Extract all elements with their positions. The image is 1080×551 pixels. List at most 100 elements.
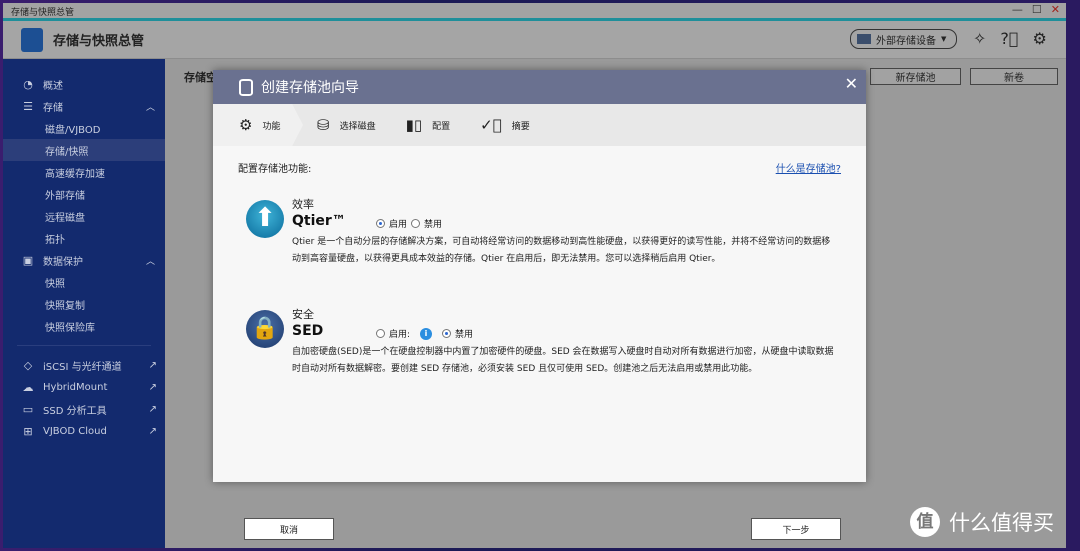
disk-icon: ⛁ xyxy=(317,116,330,134)
sidebar-item-label: 磁盘/VJBOD xyxy=(45,124,101,136)
feature-name: Qtier™ xyxy=(292,213,346,229)
sed-enable-radio[interactable] xyxy=(376,329,385,338)
app-header: 存储与快照总管 外部存储设备 ▼ ✧ ?⃝ ⚙ xyxy=(3,21,1066,59)
info-icon[interactable]: i xyxy=(420,327,433,340)
sidebar-item-label: 存储/快照 xyxy=(45,146,89,158)
sidebar-item-label: 快照 xyxy=(45,278,65,290)
step-label: 选择磁盘 xyxy=(339,121,376,132)
window-titlebar: 存储与快照总管 — ☐ ✕ xyxy=(3,3,1066,18)
watermark-text: 什么值得买 xyxy=(949,511,1054,535)
app-logo-icon xyxy=(21,27,43,52)
sidebar-item-storage[interactable]: ☰ 存储 ︿ xyxy=(3,95,165,117)
feature-name: SED xyxy=(292,323,324,339)
sidebar-item-label: VJBOD Cloud xyxy=(43,425,107,437)
what-is-storage-pool-link[interactable]: 什么是存储池? xyxy=(776,160,841,175)
sidebar-item-ssd-profiling[interactable]: ▭ SSD 分析工具 ↗ xyxy=(3,398,165,420)
qtier-enable-radio[interactable] xyxy=(376,219,385,228)
watermark: 值什么值得买 xyxy=(910,507,1054,537)
feature-category: 安全 xyxy=(292,308,314,321)
sidebar-divider xyxy=(17,345,151,346)
app-title: 存储与快照总管 xyxy=(53,34,145,49)
gear-icon[interactable]: ⚙ xyxy=(1033,29,1047,48)
lock-icon: 🔒 xyxy=(246,310,284,348)
sidebar-item-overview[interactable]: ◔ 概述 xyxy=(3,73,165,95)
ssd-icon: ▭ xyxy=(22,402,34,416)
sidebar-item-label: 拓扑 xyxy=(45,234,65,246)
dashboard-icon: ◔ xyxy=(23,77,33,91)
sidebar-item-label: SSD 分析工具 xyxy=(43,405,107,417)
new-storage-pool-button[interactable]: 新存储池 xyxy=(870,68,961,85)
sidebar-item-vjbod-cloud[interactable]: ⊞ VJBOD Cloud ↗ xyxy=(3,420,165,442)
sidebar-item-hybridmount[interactable]: ☁ HybridMount ↗ xyxy=(3,376,165,398)
chevron-up-icon: ︿ xyxy=(145,256,155,267)
sidebar-item-snapshot-vault[interactable]: 快照保险库 xyxy=(3,315,165,337)
sidebar: ◔ 概述 ☰ 存储 ︿ 磁盘/VJBOD 存储/快照 高速缓存加速 外部存储 远程磁盘… xyxy=(3,59,165,548)
sidebar-item-label: 存储 xyxy=(43,102,63,114)
sidebar-item-label: iSCSI 与光纤通道 xyxy=(43,361,122,373)
new-volume-button[interactable]: 新卷 xyxy=(970,68,1058,85)
sidebar-item-label: 快照复制 xyxy=(45,300,85,312)
storage-pool-icon xyxy=(239,78,253,96)
sidebar-item-label: 外部存储 xyxy=(45,190,85,202)
cloud-icon: ☁ xyxy=(22,380,34,394)
external-link-icon: ↗ xyxy=(148,403,157,415)
sidebar-item-cache[interactable]: 高速缓存加速 xyxy=(3,161,165,183)
sidebar-item-remote-disk[interactable]: 远程磁盘 xyxy=(3,205,165,227)
external-storage-label: 外部存储设备 xyxy=(876,35,936,47)
maximize-button[interactable]: ☐ xyxy=(1032,3,1042,16)
vjbod-icon: ⊞ xyxy=(23,424,33,438)
chevron-up-icon: ︿ xyxy=(145,102,155,113)
caret-down-icon: ▼ xyxy=(941,35,947,43)
sidebar-item-label: HybridMount xyxy=(43,381,108,393)
qtier-disable-radio[interactable] xyxy=(411,219,421,228)
sidebar-item-storage-snapshots[interactable]: 存储/快照 xyxy=(3,139,165,161)
storage-icon: ☰ xyxy=(23,99,33,113)
sidebar-item-iscsi[interactable]: ◇ iSCSI 与光纤通道 ↗ xyxy=(3,354,165,376)
step-select-disks: ⛁ 选择磁盘 xyxy=(303,104,376,146)
raid-icon xyxy=(857,34,871,44)
dialog-header: 创建存储池向导 ✕ xyxy=(213,70,866,104)
external-link-icon: ↗ xyxy=(148,359,157,371)
sidebar-item-label: 数据保护 xyxy=(43,256,83,268)
feature-description: 自加密硬盘(SED)是一个在硬盘控制器中内置了加密硬件的硬盘。SED 会在数据写… xyxy=(292,347,834,374)
close-window-button[interactable]: ✕ xyxy=(1051,3,1060,16)
step-label: 功能 xyxy=(262,121,281,132)
sidebar-item-label: 远程磁盘 xyxy=(45,212,85,224)
minimize-button[interactable]: — xyxy=(1012,3,1023,16)
data-protection-icon: ▣ xyxy=(22,253,34,267)
radio-label: 启用 xyxy=(389,220,408,230)
create-storage-pool-dialog: 创建存储池向导 ✕ ⚙ 功能 ⛁ 选择磁盘 ▮▯ 配置 ✓⃝ 摘要 配置存储池功能: 什… xyxy=(213,70,866,540)
sidebar-item-snapshot-replica[interactable]: 快照复制 xyxy=(3,293,165,315)
external-storage-dropdown[interactable]: 外部存储设备 ▼ xyxy=(850,29,957,49)
check-circle-icon: ✓⃝ xyxy=(480,116,502,134)
sidebar-item-data-protection[interactable]: ▣ 数据保护 ︿ xyxy=(3,249,165,271)
cancel-button[interactable]: 取消 xyxy=(244,518,334,540)
sidebar-item-disks[interactable]: 磁盘/VJBOD xyxy=(3,117,165,139)
sidebar-item-label: 概述 xyxy=(43,80,63,92)
external-link-icon: ↗ xyxy=(148,381,157,393)
sidebar-item-label: 快照保险库 xyxy=(45,322,95,334)
feature-description: Qtier 是一个自动分层的存储解决方案，可自动将经常访问的数据移动到高性能硬盘… xyxy=(292,237,831,264)
radio-label: 禁用 xyxy=(424,220,443,230)
magic-wand-icon[interactable]: ✧ xyxy=(973,29,986,48)
step-features: ⚙ 功能 xyxy=(213,104,303,146)
iscsi-icon: ◇ xyxy=(23,358,33,372)
radio-label: 启用: xyxy=(389,330,411,340)
qtier-arrow-icon: ⬆ xyxy=(246,200,284,238)
window-title: 存储与快照总管 xyxy=(11,8,75,18)
gear-icon: ⚙ xyxy=(239,116,253,134)
step-label: 摘要 xyxy=(511,121,530,132)
close-icon[interactable]: ✕ xyxy=(845,74,858,93)
sidebar-item-external-storage[interactable]: 外部存储 xyxy=(3,183,165,205)
help-icon[interactable]: ?⃝ xyxy=(1000,29,1018,48)
sidebar-item-label: 高速缓存加速 xyxy=(45,168,105,180)
sed-disable-radio[interactable] xyxy=(442,329,452,338)
step-summary: ✓⃝ 摘要 xyxy=(450,104,530,146)
watermark-logo: 值 xyxy=(910,507,940,537)
next-button[interactable]: 下一步 xyxy=(751,518,841,540)
sidebar-item-snapshot[interactable]: 快照 xyxy=(3,271,165,293)
dialog-body: 配置存储池功能: 什么是存储池? ⬆ 效率 Qtier™ 启用 禁用 Qtier … xyxy=(213,146,866,540)
feature-category: 效率 xyxy=(292,198,314,211)
sidebar-item-topology[interactable]: 拓扑 xyxy=(3,227,165,249)
wizard-steps: ⚙ 功能 ⛁ 选择磁盘 ▮▯ 配置 ✓⃝ 摘要 xyxy=(213,104,866,146)
